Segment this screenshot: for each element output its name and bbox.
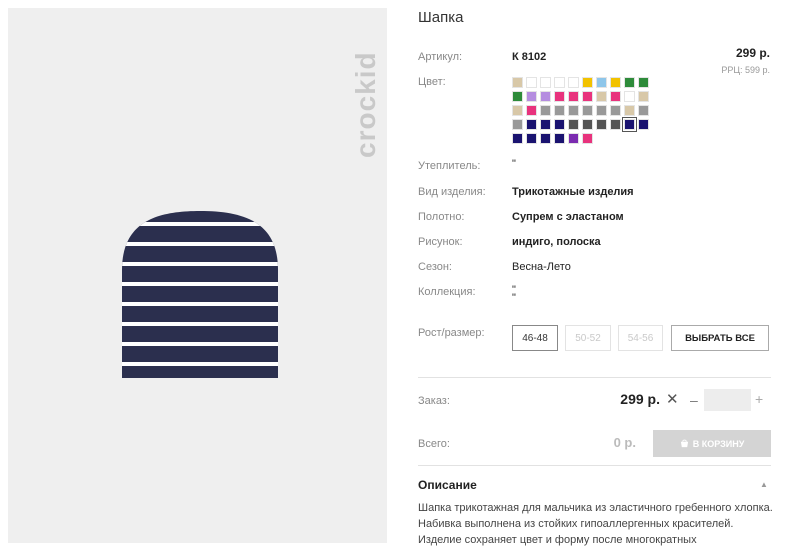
color-swatch[interactable] <box>526 133 537 144</box>
color-swatch[interactable] <box>582 119 593 130</box>
color-swatch[interactable] <box>540 119 551 130</box>
color-swatch[interactable] <box>596 77 607 88</box>
color-swatch[interactable] <box>526 77 537 88</box>
divider <box>418 377 771 378</box>
fabric-value: Супрем с эластаном <box>512 211 624 223</box>
color-swatch[interactable] <box>526 91 537 102</box>
color-swatch[interactable] <box>540 91 551 102</box>
collection-label: Коллекция: <box>418 286 476 298</box>
color-swatch[interactable] <box>610 77 621 88</box>
color-swatch[interactable] <box>568 133 579 144</box>
color-swatch[interactable] <box>512 119 523 130</box>
color-label: Цвет: <box>418 76 446 88</box>
color-swatch[interactable] <box>540 105 551 116</box>
color-swatch[interactable] <box>554 91 565 102</box>
color-swatch[interactable] <box>568 77 579 88</box>
season-label: Сезон: <box>418 261 452 273</box>
fabric-label: Полотно: <box>418 211 465 223</box>
color-swatch[interactable] <box>512 105 523 116</box>
add-to-cart-label: В КОРЗИНУ <box>692 438 745 449</box>
color-swatch[interactable] <box>554 133 565 144</box>
brand-logo-text: crockid <box>350 51 381 158</box>
color-swatch[interactable] <box>540 77 551 88</box>
color-swatch[interactable] <box>554 119 565 130</box>
collapse-caret-icon[interactable]: ▲ <box>760 480 768 489</box>
size-label: Рост/размер: <box>418 327 485 339</box>
color-swatch[interactable] <box>610 119 621 130</box>
brand-logo: crockid <box>350 51 387 158</box>
color-swatch[interactable] <box>568 105 579 116</box>
color-swatch[interactable] <box>540 133 551 144</box>
pattern-value: индиго, полоска <box>512 236 601 248</box>
rrp-price: РРЦ: 599 р. <box>721 65 770 75</box>
divider <box>418 465 771 466</box>
decrease-quantity-button[interactable]: – <box>690 392 698 408</box>
color-swatch[interactable] <box>582 105 593 116</box>
pattern-label: Рисунок: <box>418 236 463 248</box>
color-swatch[interactable] <box>582 133 593 144</box>
color-swatch[interactable] <box>568 91 579 102</box>
color-swatch[interactable] <box>624 91 635 102</box>
product-photo[interactable]: crockid <box>8 8 387 543</box>
increase-quantity-button[interactable]: + <box>755 391 763 407</box>
select-all-button[interactable]: ВЫБРАТЬ ВСЕ <box>671 325 769 351</box>
color-swatch[interactable] <box>512 133 523 144</box>
season-value: Весна-Лето <box>512 261 571 273</box>
color-swatch[interactable] <box>638 77 649 88</box>
color-swatch[interactable] <box>610 91 621 102</box>
product-title: Шапка <box>418 9 464 26</box>
color-swatches <box>512 77 656 144</box>
color-swatch[interactable] <box>638 119 649 130</box>
color-swatch[interactable] <box>512 77 523 88</box>
product-price: 299 р. <box>735 46 770 60</box>
hat-image <box>122 211 278 378</box>
size-46-48[interactable]: 46-48 <box>512 325 558 351</box>
insulation-value: " <box>512 158 516 170</box>
total-value: 0 р. <box>613 435 636 450</box>
color-swatch[interactable] <box>596 119 607 130</box>
color-swatch[interactable] <box>568 119 579 130</box>
color-swatch[interactable] <box>512 91 523 102</box>
size-50-52[interactable]: 50-52 <box>565 325 611 351</box>
multiply-icon: ✕ <box>666 391 679 408</box>
total-label: Всего: <box>418 438 450 450</box>
color-swatch[interactable] <box>610 105 621 116</box>
collection-value-2: " <box>512 292 516 304</box>
size-54-56[interactable]: 54-56 <box>618 325 663 351</box>
cart-icon <box>680 439 688 448</box>
color-swatch[interactable] <box>624 105 635 116</box>
add-to-cart-button[interactable]: В КОРЗИНУ <box>653 430 771 457</box>
color-swatch[interactable] <box>582 91 593 102</box>
description-text: Шапка трикотажная для мальчика из эласти… <box>418 502 773 546</box>
article-value: К 8102 <box>512 51 547 63</box>
item-type-label: Вид изделия: <box>418 186 486 198</box>
order-price: 299 р. <box>620 391 660 407</box>
quantity-input[interactable] <box>704 389 751 411</box>
color-swatch[interactable] <box>554 77 565 88</box>
color-swatch[interactable] <box>638 91 649 102</box>
color-swatch[interactable] <box>554 105 565 116</box>
order-label: Заказ: <box>418 395 450 407</box>
color-swatch[interactable] <box>596 105 607 116</box>
color-swatch[interactable] <box>526 119 537 130</box>
insulation-label: Утеплитель: <box>418 160 481 172</box>
article-label: Артикул: <box>418 51 463 63</box>
item-type-value: Трикотажные изделия <box>512 186 634 198</box>
color-swatch[interactable] <box>638 105 649 116</box>
description-title[interactable]: Описание <box>418 478 477 492</box>
color-swatch[interactable] <box>582 77 593 88</box>
color-swatch[interactable] <box>622 117 637 132</box>
color-swatch[interactable] <box>596 91 607 102</box>
color-swatch[interactable] <box>526 105 537 116</box>
color-swatch[interactable] <box>624 77 635 88</box>
